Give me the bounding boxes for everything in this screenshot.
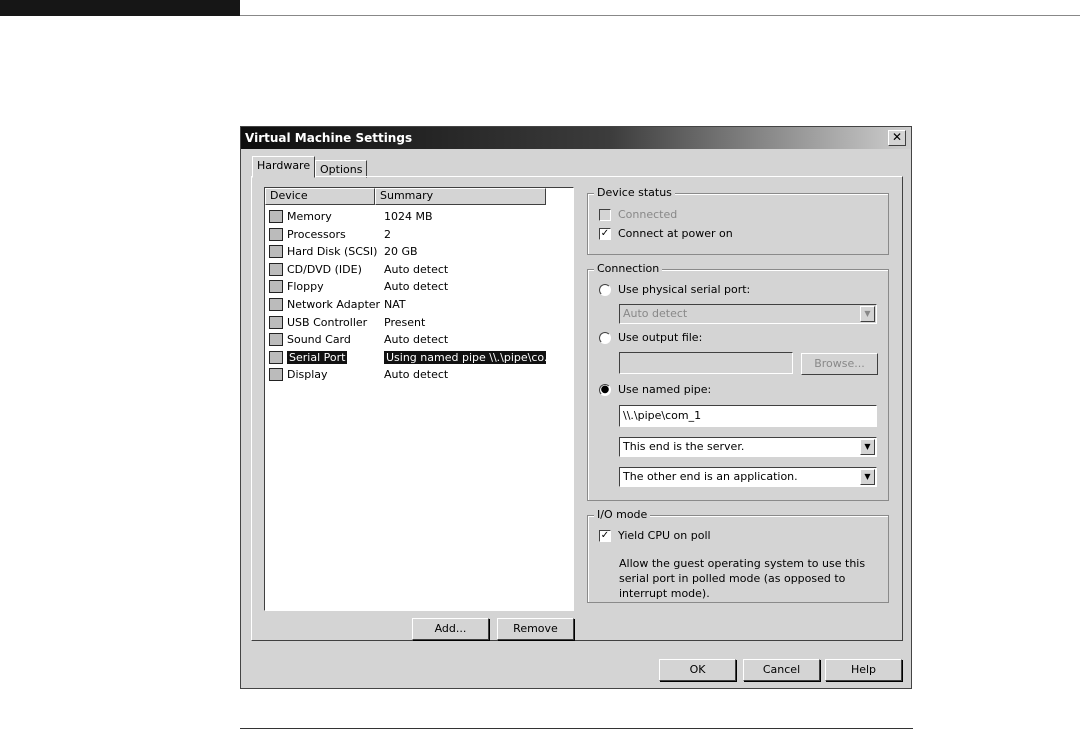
cd-dvd-icon bbox=[269, 262, 283, 276]
end-role-value: This end is the server. bbox=[623, 440, 745, 453]
physical-port-select[interactable]: Auto detect ▼ bbox=[619, 304, 877, 324]
usb-icon bbox=[269, 315, 283, 329]
title-bar[interactable]: Virtual Machine Settings ✕ bbox=[241, 127, 911, 149]
device-summary: NAT bbox=[384, 297, 406, 311]
page-header-rule bbox=[240, 15, 1080, 16]
output-file-label: Use output file: bbox=[618, 331, 703, 344]
chevron-down-icon[interactable]: ▼ bbox=[860, 469, 875, 485]
browse-button[interactable]: Browse... bbox=[801, 353, 878, 375]
device-name: Processors bbox=[287, 227, 346, 241]
device-status-legend: Device status bbox=[594, 186, 675, 199]
remove-button[interactable]: Remove bbox=[497, 618, 574, 640]
table-row[interactable]: Sound Card Auto detect bbox=[266, 331, 546, 349]
pipe-name-input[interactable]: \\.\pipe\com_1 bbox=[619, 405, 877, 427]
add-button[interactable]: Add... bbox=[412, 618, 489, 640]
cancel-button[interactable]: Cancel bbox=[743, 659, 820, 681]
device-summary: Auto detect bbox=[384, 333, 449, 347]
io-mode-description: Allow the guest operating system to use … bbox=[619, 557, 866, 600]
serial-port-icon bbox=[269, 350, 283, 364]
table-row[interactable]: Memory 1024 MB bbox=[266, 208, 546, 226]
device-name: Network Adapter bbox=[287, 297, 381, 311]
device-summary: Present bbox=[384, 315, 426, 329]
device-summary: Using named pipe \\.\pipe\co... bbox=[384, 350, 546, 364]
end-role-select[interactable]: This end is the server. ▼ bbox=[619, 437, 877, 457]
device-status-group: Device status bbox=[587, 186, 889, 255]
other-end-value: The other end is an application. bbox=[623, 470, 798, 483]
device-name: Memory bbox=[287, 210, 332, 223]
ok-button[interactable]: OK bbox=[659, 659, 736, 681]
processor-icon bbox=[269, 227, 283, 241]
connected-label: Connected bbox=[618, 208, 678, 221]
physical-port-value: Auto detect bbox=[623, 307, 688, 320]
device-name: Serial Port bbox=[287, 350, 348, 364]
device-summary: 1024 MB bbox=[384, 210, 433, 223]
other-end-select[interactable]: The other end is an application. ▼ bbox=[619, 467, 877, 487]
table-row[interactable]: Floppy Auto detect bbox=[266, 278, 546, 296]
sound-card-icon bbox=[269, 333, 283, 347]
close-button[interactable]: ✕ bbox=[888, 130, 906, 146]
yield-cpu-label: Yield CPU on poll bbox=[618, 529, 711, 542]
table-row[interactable]: Network Adapter NAT bbox=[266, 296, 546, 314]
physical-serial-port-radio[interactable] bbox=[599, 284, 611, 296]
network-adapter-icon bbox=[269, 297, 283, 311]
chevron-down-icon[interactable]: ▼ bbox=[860, 306, 875, 322]
chevron-down-icon[interactable]: ▼ bbox=[860, 439, 875, 455]
connection-legend: Connection bbox=[594, 262, 663, 275]
table-row[interactable]: Display Auto detect bbox=[266, 366, 546, 384]
output-file-input[interactable] bbox=[619, 352, 793, 374]
device-summary: 2 bbox=[384, 227, 391, 241]
device-summary: Auto detect bbox=[384, 368, 449, 382]
hard-disk-icon bbox=[269, 245, 283, 259]
connect-at-power-on-checkbox[interactable]: ✓ bbox=[599, 228, 611, 240]
device-summary: Auto detect bbox=[384, 280, 449, 294]
device-name: Hard Disk (SCSI) bbox=[287, 245, 378, 259]
device-name: Floppy bbox=[287, 280, 324, 294]
yield-cpu-checkbox[interactable]: ✓ bbox=[599, 530, 611, 542]
device-summary: Auto detect bbox=[384, 262, 449, 276]
table-row[interactable]: Hard Disk (SCSI) 20 GB bbox=[266, 243, 546, 261]
named-pipe-radio[interactable]: ● bbox=[599, 384, 611, 396]
named-pipe-label: Use named pipe: bbox=[618, 383, 712, 396]
device-name: CD/DVD (IDE) bbox=[287, 262, 362, 276]
physical-serial-port-label: Use physical serial port: bbox=[618, 283, 751, 296]
table-row[interactable]: Processors 2 bbox=[266, 226, 546, 244]
io-mode-legend: I/O mode bbox=[594, 508, 651, 521]
device-rows: Memory 1024 MB Processors 2 Hard Disk (SCSI)… bbox=[266, 208, 546, 384]
table-row[interactable]: USB Controller Present bbox=[266, 314, 546, 332]
table-row[interactable]: Serial Port Using named pipe \\.\pipe\co.… bbox=[266, 349, 546, 367]
connected-checkbox[interactable] bbox=[599, 209, 611, 221]
page-header-bar bbox=[0, 0, 240, 16]
device-name: USB Controller bbox=[287, 315, 368, 329]
window-title: Virtual Machine Settings bbox=[245, 131, 413, 145]
connect-at-power-on-label: Connect at power on bbox=[618, 227, 733, 240]
device-list[interactable]: Device Summary Memory 1024 MB Processors 2 H… bbox=[264, 187, 574, 611]
device-name: Display bbox=[287, 368, 328, 382]
help-button[interactable]: Help bbox=[825, 659, 902, 681]
page-footer-rule bbox=[240, 728, 913, 729]
output-file-radio[interactable] bbox=[599, 332, 611, 344]
device-list-header: Device Summary bbox=[265, 188, 546, 205]
column-header-device[interactable]: Device bbox=[265, 188, 375, 205]
floppy-icon bbox=[269, 280, 283, 294]
display-icon bbox=[269, 368, 283, 382]
device-name: Sound Card bbox=[287, 333, 351, 347]
device-summary: 20 GB bbox=[384, 245, 418, 259]
column-header-summary[interactable]: Summary bbox=[375, 188, 546, 205]
tab-hardware[interactable]: Hardware bbox=[252, 156, 316, 178]
table-row[interactable]: CD/DVD (IDE) Auto detect bbox=[266, 261, 546, 279]
memory-icon bbox=[269, 210, 283, 223]
vm-settings-window: Virtual Machine Settings ✕ Hardware Opti… bbox=[240, 126, 912, 689]
